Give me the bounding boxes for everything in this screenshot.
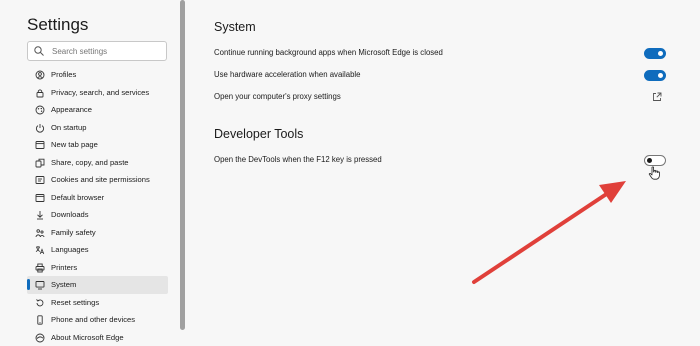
setting-row-hardware-acceleration: Use hardware acceleration when available <box>214 67 666 85</box>
sidebar-item-phone-devices[interactable]: Phone and other devices <box>27 311 168 329</box>
sidebar-item-label: Cookies and site permissions <box>51 175 150 184</box>
phone-icon <box>35 315 45 325</box>
sidebar-item-label: New tab page <box>51 140 98 149</box>
download-icon <box>35 210 45 220</box>
sidebar-item-on-startup[interactable]: On startup <box>27 119 168 137</box>
sidebar-item-downloads[interactable]: Downloads <box>27 206 168 224</box>
background-apps-toggle[interactable] <box>644 48 666 59</box>
toggle-knob <box>658 51 663 56</box>
search-icon <box>33 45 45 57</box>
sidebar-item-appearance[interactable]: Appearance <box>27 101 168 119</box>
sidebar-item-printers[interactable]: Printers <box>27 259 168 277</box>
sidebar-item-about[interactable]: About Microsoft Edge <box>27 329 168 346</box>
languages-icon <box>35 245 45 255</box>
sidebar-item-reset-settings[interactable]: Reset settings <box>27 294 168 312</box>
sidebar-title: Settings <box>27 15 88 35</box>
setting-label: Use hardware acceleration when available <box>214 70 361 79</box>
family-icon <box>35 228 45 238</box>
setting-row-devtools-f12: Open the DevTools when the F12 key is pr… <box>214 152 666 170</box>
sidebar-item-default-browser[interactable]: Default browser <box>27 189 168 207</box>
devtools-f12-toggle[interactable] <box>644 155 666 166</box>
toggle-knob <box>647 158 652 163</box>
hardware-acceleration-toggle[interactable] <box>644 70 666 81</box>
sidebar-item-languages[interactable]: Languages <box>27 241 168 259</box>
sidebar-item-label: Printers <box>51 263 77 272</box>
sidebar-item-label: Phone and other devices <box>51 315 135 324</box>
sidebar-item-label: Downloads <box>51 210 89 219</box>
sidebar-item-label: About Microsoft Edge <box>51 333 124 342</box>
hand-cursor-icon <box>648 166 660 180</box>
printer-icon <box>35 263 45 273</box>
sidebar-scrollbar[interactable] <box>180 0 185 330</box>
sidebar-item-label: Privacy, search, and services <box>51 88 149 97</box>
setting-label: Open the DevTools when the F12 key is pr… <box>214 155 382 164</box>
sidebar-item-label: System <box>51 280 76 289</box>
external-link-icon[interactable] <box>652 92 662 102</box>
setting-row-background-apps: Continue running background apps when Mi… <box>214 45 666 63</box>
sidebar-nav: Profiles Privacy, search, and services A… <box>27 66 168 346</box>
developer-tools-section-title: Developer Tools <box>214 127 303 141</box>
sidebar-item-family-safety[interactable]: Family safety <box>27 224 168 242</box>
search-box[interactable] <box>27 41 167 61</box>
main-content: System Continue running background apps … <box>190 0 700 338</box>
sidebar-item-cookies[interactable]: Cookies and site permissions <box>27 171 168 189</box>
sidebar-item-label: Default browser <box>51 193 104 202</box>
system-icon <box>35 280 45 290</box>
sidebar-item-new-tab-page[interactable]: New tab page <box>27 136 168 154</box>
new-tab-icon <box>35 140 45 150</box>
sidebar-item-profiles[interactable]: Profiles <box>27 66 168 84</box>
profile-icon <box>35 70 45 80</box>
share-icon <box>35 158 45 168</box>
sidebar: Settings Profiles Privacy, search, and s… <box>0 0 185 338</box>
cookies-icon <box>35 175 45 185</box>
sidebar-item-label: Family safety <box>51 228 96 237</box>
sidebar-item-privacy[interactable]: Privacy, search, and services <box>27 84 168 102</box>
power-icon <box>35 123 45 133</box>
search-input[interactable] <box>50 43 164 59</box>
reset-icon <box>35 298 45 308</box>
sidebar-item-share-copy-paste[interactable]: Share, copy, and paste <box>27 154 168 172</box>
setting-label: Continue running background apps when Mi… <box>214 48 443 57</box>
sidebar-item-label: On startup <box>51 123 86 132</box>
sidebar-item-label: Profiles <box>51 70 76 79</box>
lock-icon <box>35 88 45 98</box>
browser-icon <box>35 193 45 203</box>
toggle-knob <box>658 73 663 78</box>
setting-row-proxy-settings[interactable]: Open your computer's proxy settings <box>214 89 666 107</box>
sidebar-item-label: Appearance <box>51 105 92 114</box>
sidebar-item-label: Share, copy, and paste <box>51 158 129 167</box>
sidebar-item-system[interactable]: System <box>27 276 168 294</box>
system-section-title: System <box>214 20 256 34</box>
sidebar-item-label: Languages <box>51 245 89 254</box>
sidebar-item-label: Reset settings <box>51 298 99 307</box>
setting-label: Open your computer's proxy settings <box>214 92 341 101</box>
appearance-icon <box>35 105 45 115</box>
